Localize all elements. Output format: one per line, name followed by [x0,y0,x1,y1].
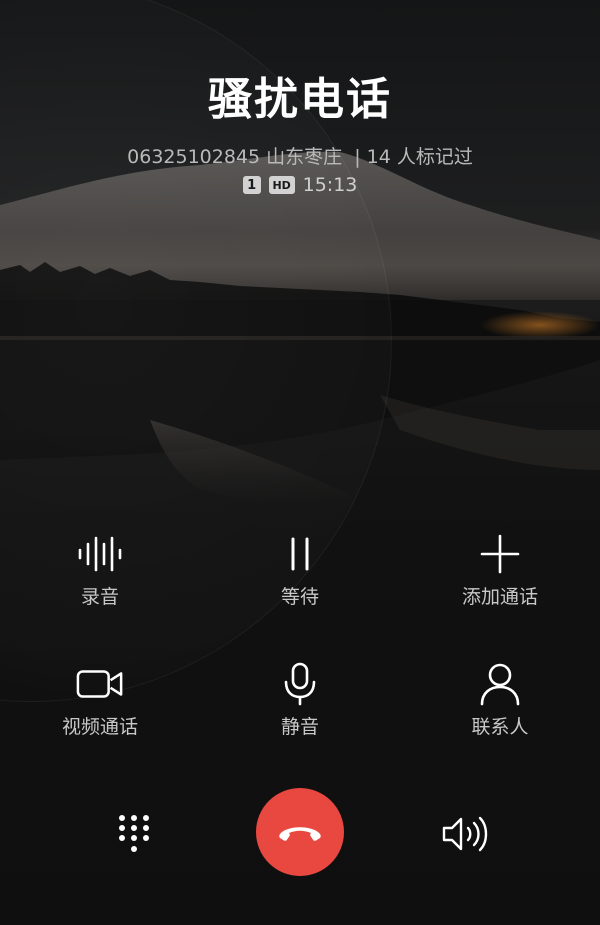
hang-up-icon [279,827,321,841]
plus-icon [476,530,524,578]
mute-button[interactable]: 静音 [200,660,400,740]
video-camera-icon [76,660,124,708]
contacts-label: 联系人 [471,716,529,738]
hd-badge: HD [268,176,295,194]
call-meta: 1 HD 15:13 [0,174,600,196]
in-call-screen: 骚扰电话 06325102845 山东枣庄 | 14 人标记过 1 HD 15:1… [0,0,600,925]
caller-name: 骚扰电话 [208,74,392,125]
caller-header: 骚扰电话 06325102845 山东枣庄 | 14 人标记过 1 HD 15:1… [0,70,600,196]
call-controls-row-1: 录音 等待 添加通话 [0,530,600,610]
end-call-button[interactable] [256,788,344,876]
add-call-label: 添加通话 [461,586,538,608]
sim-badge: 1 [242,176,261,194]
caller-info: 06325102845 山东枣庄 | 14 人标记过 [0,144,600,170]
info-separator: | [354,146,361,168]
person-icon [476,660,524,708]
dialpad-icon [119,815,149,852]
speaker-icon [442,816,488,852]
hold-button[interactable]: 等待 [200,530,400,610]
video-call-label: 视频通话 [61,716,138,738]
bottom-actions [0,788,600,878]
record-button[interactable]: 录音 [0,530,200,610]
dialpad-button[interactable] [106,806,162,862]
tag-info: 14 人标记过 [366,146,473,168]
call-controls-row-2: 视频通话 静音 联系人 [0,660,600,740]
microphone-icon [276,660,324,708]
add-call-button[interactable]: 添加通话 [400,530,600,610]
caller-location: 山东枣庄 [266,146,343,168]
call-duration: 15:13 [302,174,358,196]
mute-label: 静音 [280,716,319,738]
waveform-icon [76,530,124,578]
contacts-button[interactable]: 联系人 [400,660,600,740]
video-call-button[interactable]: 视频通话 [0,660,200,740]
pause-icon [276,530,324,578]
caller-number: 06325102845 [127,146,261,168]
hold-label: 等待 [280,586,319,608]
record-label: 录音 [80,586,119,608]
speaker-button[interactable] [438,806,494,862]
